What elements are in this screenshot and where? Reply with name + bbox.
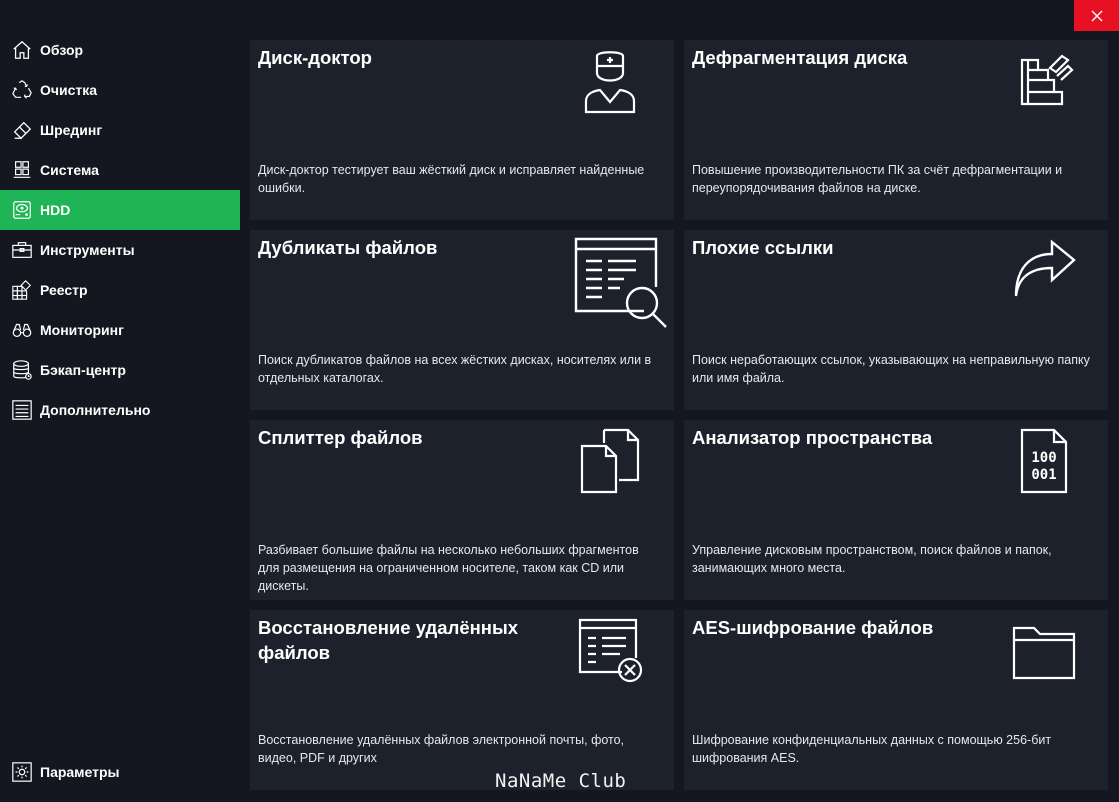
tile-title: Анализатор пространства [692,427,933,448]
tile-description: Поиск дубликатов файлов на всех жёстких … [258,353,652,385]
sidebar-item-label: Мониторинг [40,322,124,338]
sidebar-item-label: Шрединг [40,122,103,138]
tile-aes-encryption[interactable]: AES-шифрование файлов Шифрование конфиде… [684,610,1108,790]
sidebar-item-cleanup[interactable]: Очистка [0,70,240,110]
tile-title: Диск-доктор [258,47,372,68]
binoculars-icon [10,318,34,342]
sidebar-item-label: Реестр [40,282,88,298]
close-icon [1091,10,1102,21]
database-icon [10,358,34,382]
tile-title: AES-шифрование файлов [692,617,934,638]
sidebar-item-tools[interactable]: Инструменты [0,230,240,270]
tile-description: Диск-доктор тестирует ваш жёсткий диск и… [258,163,645,195]
tile-description: Управление дисковым пространством, поиск… [692,543,1052,575]
sidebar-item-backup[interactable]: Бэкап-центр [0,350,240,390]
sidebar-item-label: Система [40,162,99,178]
list-icon [10,398,34,422]
folder-icon [1010,616,1078,684]
sidebar: Обзор Очистка Шрединг Система HDD Инстру… [0,30,240,802]
sidebar-item-advanced[interactable]: Дополнительно [0,390,240,430]
sidebar-item-monitoring[interactable]: Мониторинг [0,310,240,350]
sidebar-item-label: Параметры [40,764,120,780]
sidebar-item-registry[interactable]: Реестр [0,270,240,310]
eraser-icon [10,118,34,142]
home-icon [10,38,34,62]
doctor-icon [576,46,644,114]
svg-text:001: 001 [1031,467,1056,483]
split-files-icon [576,426,644,494]
tile-description: Восстановление удалённых файлов электрон… [258,733,625,765]
tile-description: Шифрование конфиденциальных данных с пом… [692,733,1052,765]
tile-disk-doctor[interactable]: Диск-доктор Диск-доктор тестирует ваш жё… [250,40,674,220]
sidebar-item-overview[interactable]: Обзор [0,30,240,70]
tile-title: Дубликаты файлов [258,237,438,258]
sidebar-item-label: HDD [40,202,71,218]
sidebar-item-label: Обзор [40,42,84,58]
defrag-icon [1010,46,1078,114]
sidebar-item-label: Очистка [40,82,98,98]
tile-title: Сплиттер файлов [258,427,423,448]
tools-grid: Диск-доктор Диск-доктор тестирует ваш жё… [250,40,1109,790]
tile-duplicate-files[interactable]: Дубликаты файлов Поиск дубликатов файлов… [250,230,674,410]
tile-title: Восстановление удалённых файлов [258,617,519,663]
sidebar-item-settings[interactable]: Параметры [0,752,240,792]
hdd-icon [10,198,34,222]
sidebar-item-system[interactable]: Система [0,150,240,190]
sidebar-item-label: Инструменты [40,242,135,258]
windows-icon [10,158,34,182]
tile-bad-links[interactable]: Плохие ссылки Поиск неработающих ссылок,… [684,230,1108,410]
binary-file-icon: 100 001 [1010,426,1078,494]
arrow-redirect-icon [1010,236,1078,304]
tile-file-splitter[interactable]: Сплиттер файлов Разбивает большие файлы … [250,420,674,600]
tile-title: Дефрагментация диска [692,47,908,68]
recycle-icon [10,78,34,102]
close-button[interactable] [1074,0,1119,31]
watermark: NaNaMe Club [495,770,627,792]
sidebar-item-label: Бэкап-центр [40,362,126,378]
tile-title: Плохие ссылки [692,237,834,258]
document-search-icon [572,235,668,331]
tile-description: Разбивает большие файлы на несколько неб… [258,543,639,593]
tile-space-analyzer[interactable]: Анализатор пространства 100 001 Управлен… [684,420,1108,600]
sidebar-item-label: Дополнительно [40,402,151,418]
gear-icon [10,760,34,784]
sidebar-item-shredding[interactable]: Шрединг [0,110,240,150]
tile-defragmentation[interactable]: Дефрагментация диска Повышение производи… [684,40,1108,220]
tile-description: Поиск неработающих ссылок, указывающих н… [692,353,1090,385]
toolbox-icon [10,238,34,262]
registry-icon [10,278,34,302]
tile-description: Повышение производительности ПК за счёт … [692,163,1063,195]
svg-text:100: 100 [1031,450,1056,466]
tile-file-recovery[interactable]: Восстановление удалённых файлов Восстано… [250,610,674,790]
document-delete-icon [576,616,644,684]
sidebar-item-hdd[interactable]: HDD [0,190,240,230]
